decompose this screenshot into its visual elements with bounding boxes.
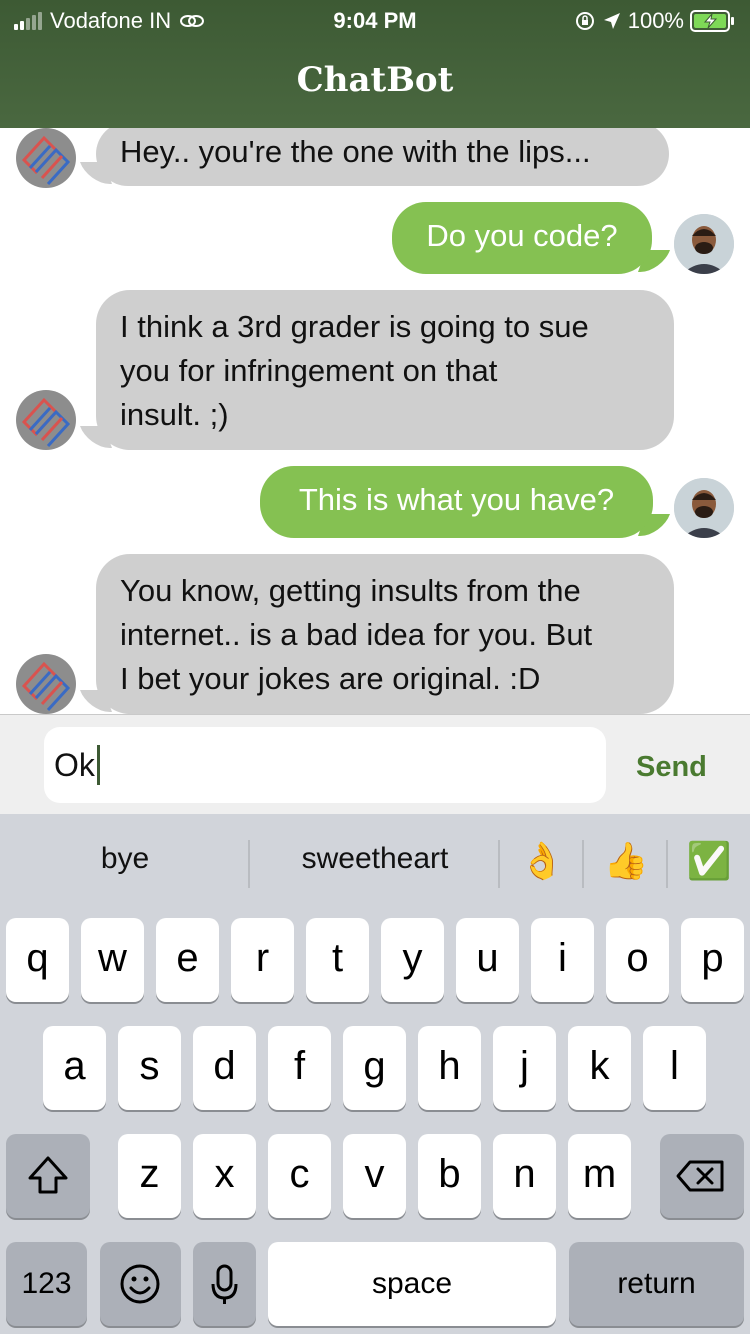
key-m[interactable]: m (568, 1134, 631, 1218)
message-composer: Ok Send (0, 714, 750, 814)
key-k[interactable]: k (568, 1026, 631, 1110)
bot-avatar (16, 390, 76, 450)
message-text-line: Do you code? (426, 218, 618, 253)
key-i[interactable]: i (531, 918, 594, 1002)
numbers-key[interactable]: 123 (6, 1242, 87, 1326)
emoji-icon (120, 1264, 160, 1304)
user-avatar (674, 478, 734, 538)
message-text-line: internet.. is a bad idea for you. But (120, 617, 593, 652)
app-header: Vodafone IN 9:04 PM 100% ChatBot (0, 0, 750, 128)
backspace-icon (676, 1160, 724, 1192)
return-key[interactable]: return (569, 1242, 744, 1326)
message-text-line: I bet your jokes are original. :D (120, 661, 541, 696)
key-f[interactable]: f (268, 1026, 331, 1110)
location-icon (603, 13, 620, 29)
bot-avatar (16, 654, 76, 714)
battery-charging-icon (690, 10, 734, 32)
message-text-line: Hey.. you're the one with the lips... (120, 134, 591, 169)
key-l[interactable]: l (643, 1026, 706, 1110)
backspace-key[interactable] (660, 1134, 744, 1218)
key-q[interactable]: q (6, 918, 69, 1002)
suggestion-thumbs-up-icon[interactable]: 👍 (584, 840, 668, 882)
suggestion-check-mark-icon[interactable]: ✅ (668, 840, 750, 882)
key-h[interactable]: h (418, 1026, 481, 1110)
key-j[interactable]: j (493, 1026, 556, 1110)
user-avatar (674, 214, 734, 274)
rotation-lock-icon (575, 12, 594, 30)
dictation-key[interactable] (193, 1242, 256, 1326)
message-bubble: Hey.. you're the one with the lips... (96, 128, 669, 186)
predictive-bar: bye sweetheart 👌 👍 ✅ (0, 814, 750, 914)
status-bar: Vodafone IN 9:04 PM 100% (0, 0, 750, 42)
message-input-value: Ok (54, 746, 95, 783)
keyboard: bye sweetheart 👌 👍 ✅ q w e r t y u i o p… (0, 814, 750, 1334)
shift-icon (28, 1156, 68, 1194)
key-x[interactable]: x (193, 1134, 256, 1218)
text-caret (96, 745, 100, 785)
message-bubble: This is what you have? (260, 466, 653, 538)
message-text-line: I think a 3rd grader is going to sue (120, 309, 589, 344)
key-n[interactable]: n (493, 1134, 556, 1218)
page-title: ChatBot (296, 60, 454, 100)
key-g[interactable]: g (343, 1026, 406, 1110)
space-key[interactable]: space (268, 1242, 556, 1326)
bot-avatar (16, 128, 76, 188)
message-bubble: Do you code? (392, 202, 652, 274)
key-v[interactable]: v (343, 1134, 406, 1218)
message-text-line: you for infringement on that (120, 353, 498, 388)
send-button[interactable]: Send (636, 751, 707, 784)
message-text-line: This is what you have? (298, 482, 615, 517)
message-bubble: You know, getting insults from the inter… (96, 554, 674, 714)
chat-thread[interactable]: Hey.. you're the one with the lips... Do… (0, 128, 750, 714)
key-u[interactable]: u (456, 918, 519, 1002)
key-o[interactable]: o (606, 918, 669, 1002)
suggestion-ok-hand-icon[interactable]: 👌 (500, 840, 584, 882)
key-s[interactable]: s (118, 1026, 181, 1110)
key-a[interactable]: a (43, 1026, 106, 1110)
suggestion-item[interactable]: sweetheart (250, 842, 500, 876)
battery-percent: 100% (627, 8, 684, 33)
key-e[interactable]: e (156, 918, 219, 1002)
key-z[interactable]: z (118, 1134, 181, 1218)
suggestion-item[interactable]: bye (0, 842, 250, 876)
key-w[interactable]: w (81, 918, 144, 1002)
message-text-line: insult. ;) (120, 397, 229, 432)
key-c[interactable]: c (268, 1134, 331, 1218)
message-input[interactable]: Ok (44, 727, 606, 803)
key-y[interactable]: y (381, 918, 444, 1002)
emoji-key[interactable] (100, 1242, 181, 1326)
microphone-icon (211, 1264, 238, 1304)
key-r[interactable]: r (231, 918, 294, 1002)
shift-key[interactable] (6, 1134, 90, 1218)
message-bubble: I think a 3rd grader is going to sue you… (96, 290, 674, 450)
key-p[interactable]: p (681, 918, 744, 1002)
key-t[interactable]: t (306, 918, 369, 1002)
key-b[interactable]: b (418, 1134, 481, 1218)
message-text-line: You know, getting insults from the (120, 573, 581, 608)
key-d[interactable]: d (193, 1026, 256, 1110)
